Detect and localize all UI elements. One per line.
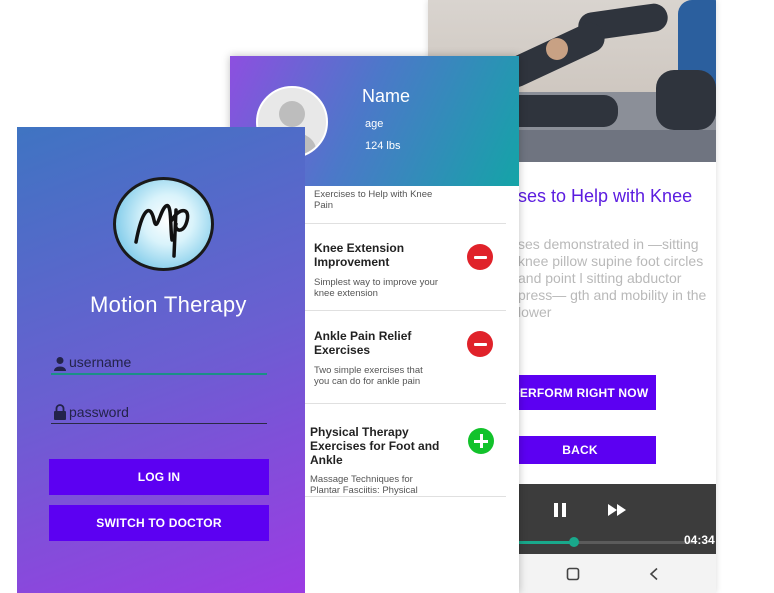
patient-hand [546,38,568,60]
playback-time: 04:34 [684,533,715,547]
login-screen: Motion Therapy LOG IN SWITCH TO DOCTOR [17,127,305,593]
list-item[interactable]: Ankle Pain Relief Exercises Two simple e… [302,311,506,404]
list-item[interactable]: Exercises to Help with Knee Pain [302,186,506,224]
login-button[interactable]: LOG IN [49,459,269,495]
switch-to-doctor-button[interactable]: SWITCH TO DOCTOR [49,505,269,541]
profile-name: Name [362,86,411,106]
profile-weight: 124 lbs [365,140,401,152]
list-item[interactable]: Physical Therapy Exercises for Foot and … [302,404,506,497]
logo-mark [134,204,190,258]
username-input[interactable] [51,351,267,375]
list-item-subtitle: Massage Techniques for Plantar Fasciitis… [310,474,418,496]
exercise-description: ses demonstrated in —sitting knee pillow… [518,236,707,320]
app-title: Motion Therapy [90,292,247,317]
perform-now-button[interactable]: PERFORM RIGHT NOW [504,375,656,410]
remove-icon [473,342,487,346]
app-logo [113,177,214,271]
list-item-subtitle: Exercises to Help with Knee Pain [314,189,433,211]
list-item-subtitle: Simplest way to improve your knee extens… [314,277,439,299]
list-item[interactable]: Knee Extension Improvement Simplest way … [302,224,506,311]
home-icon[interactable] [566,567,580,581]
list-item-title: Physical Therapy Exercises for Foot and … [310,425,440,467]
seek-handle[interactable] [568,537,579,547]
fast-forward-icon[interactable] [606,502,628,518]
add-icon [474,434,488,448]
remove-exercise-button[interactable] [467,331,493,357]
list-item-title: Knee Extension Improvement [314,241,405,269]
seek-progress [516,541,574,544]
list-item-title: Ankle Pain Relief Exercises [314,329,412,357]
pause-icon[interactable] [552,501,568,519]
exercise-list: Exercises to Help with Knee Pain Knee Ex… [302,186,519,593]
add-exercise-button[interactable] [468,428,494,454]
exercise-title: ses to Help with Knee [518,186,693,206]
list-item-subtitle: Two simple exercises that you can do for… [314,365,423,387]
back-button[interactable]: BACK [504,436,656,464]
password-input[interactable] [51,400,267,424]
remove-exercise-button[interactable] [467,244,493,270]
system-nav-bar [504,554,716,593]
therapist-legs [656,70,716,130]
profile-age: age [365,118,384,130]
back-nav-icon[interactable] [648,567,660,581]
remove-icon [473,255,487,259]
